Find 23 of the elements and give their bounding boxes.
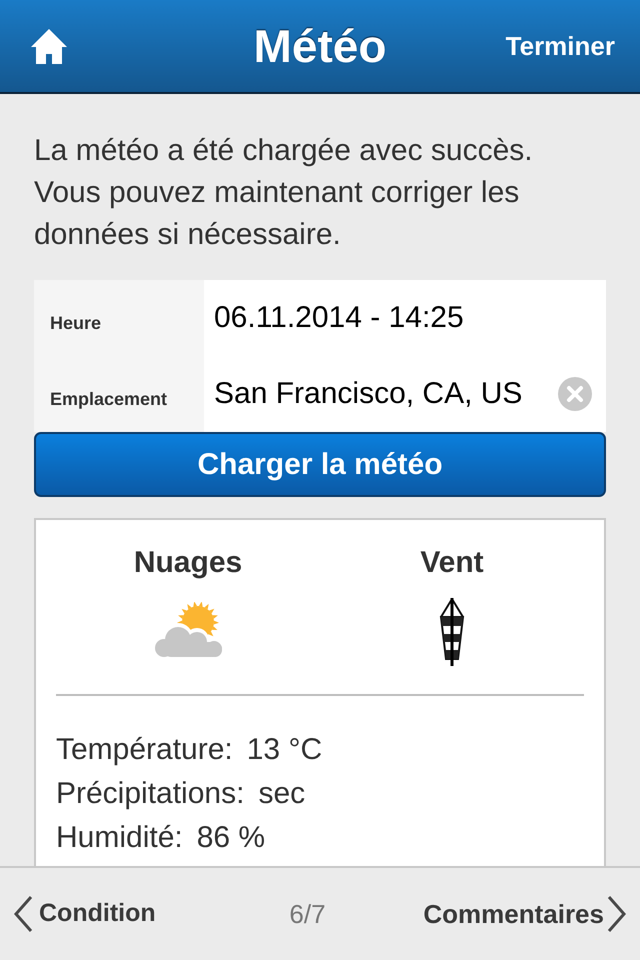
weather-detail-label: Humidité: xyxy=(56,820,183,856)
weather-detail-value: 13 °C xyxy=(246,732,322,768)
screen-title: Météo xyxy=(254,20,386,72)
home-icon xyxy=(30,27,68,65)
form-label: Emplacement xyxy=(50,388,168,411)
weather-detail-label: Température: xyxy=(56,732,233,768)
done-button[interactable]: Terminer xyxy=(506,26,615,66)
status-message: La météo a été chargée avec succès. Vous pouvez maintenant corriger les données si nécessaire. xyxy=(34,133,534,253)
weather-detail-label: Précipitations: xyxy=(56,776,244,812)
form-value-field[interactable]: San Francisco, CA, US xyxy=(214,375,558,413)
next-button[interactable]: Commentaires xyxy=(423,894,627,934)
chevron-right-icon xyxy=(606,895,627,933)
weather-detail-value: 86 % xyxy=(196,820,266,856)
page-counter: 6/7 xyxy=(289,898,326,930)
previous-button[interactable]: Condition xyxy=(13,895,156,933)
chevron-left-icon xyxy=(13,895,34,933)
load-weather-button[interactable]: Charger la météo xyxy=(34,432,606,497)
form-label: Heure xyxy=(50,312,102,334)
weather-column-heading: Nuages xyxy=(134,546,242,580)
weather-column-heading: Vent xyxy=(420,546,484,580)
windsock-icon xyxy=(438,597,466,667)
form-value-field[interactable]: 06.11.2014 - 14:25 xyxy=(214,299,592,337)
weather-detail-value: sec xyxy=(258,776,306,812)
